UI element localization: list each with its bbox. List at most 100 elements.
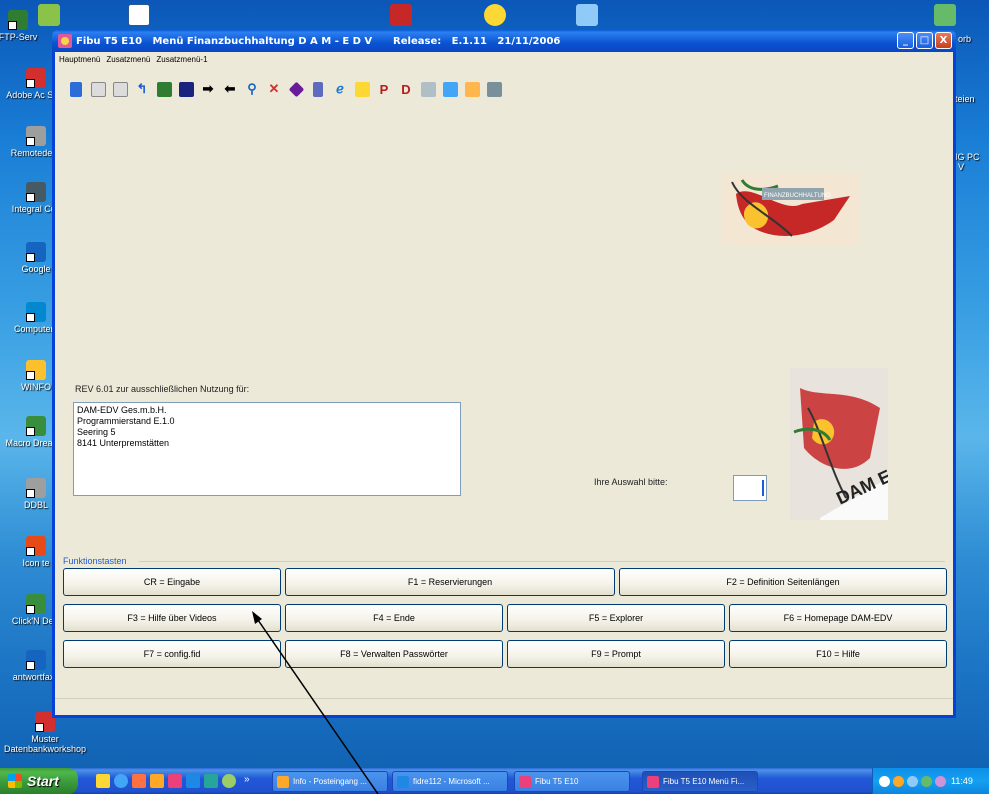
remote-desktop-icon	[26, 126, 46, 146]
arrow-right-icon[interactable]: ➡	[199, 80, 217, 98]
f3-hilfe-videos-button[interactable]: F3 = Hilfe über Videos	[63, 604, 281, 632]
function-keys-label: Funktionstasten	[63, 556, 127, 566]
quicklaunch-icon[interactable]	[96, 774, 110, 788]
desktop-icon[interactable]: Muster Datenbankworkshop	[4, 712, 86, 754]
choice-input[interactable]	[733, 475, 767, 501]
quicklaunch-icon[interactable]	[204, 774, 218, 788]
window-title: Fibu T5 E10 Menü Finanzbuchhaltung D A M…	[76, 35, 561, 47]
f9-prompt-button[interactable]: F9 = Prompt	[507, 640, 725, 668]
f10-hilfe-button[interactable]: F10 = Hilfe	[729, 640, 947, 668]
save-icon[interactable]	[177, 80, 195, 98]
desktop-icon-label: DDBL	[23, 500, 48, 510]
windows-flag-icon	[8, 774, 22, 788]
task-label: Fibu T5 E10	[535, 777, 579, 786]
f2-definition-button[interactable]: F2 = Definition Seitenlängen	[619, 568, 947, 596]
notepad-icon[interactable]	[309, 80, 327, 98]
tray-icon[interactable]	[921, 775, 932, 787]
clock: 11:49	[951, 776, 973, 786]
tray-icon[interactable]	[907, 775, 918, 787]
logo-text: FINANZBUCHHALTUNG	[764, 193, 831, 199]
address-line: Seering 5	[77, 427, 116, 437]
open-icon[interactable]	[67, 80, 85, 98]
d-icon[interactable]: D	[397, 80, 415, 98]
icon-tool-icon	[26, 536, 46, 556]
quicklaunch-fibu-icon[interactable]	[168, 774, 182, 788]
f1-reservierungen-button[interactable]: F1 = Reservierungen	[285, 568, 615, 596]
network-icon[interactable]	[485, 80, 503, 98]
taskbar-item-outlook[interactable]: Info - Posteingang ...	[272, 771, 388, 792]
f1-key-icon[interactable]	[89, 80, 107, 98]
quicklaunch-ie-icon[interactable]	[114, 774, 128, 788]
taskbar-item-fibu[interactable]: Fibu T5 E10	[514, 771, 630, 792]
window-titlebar[interactable]: Fibu T5 E10 Menü Finanzbuchhaltung D A M…	[52, 30, 956, 52]
desktop-icon-label: WINFO	[21, 382, 51, 392]
word-doc-icon	[26, 650, 46, 670]
cr-eingabe-button[interactable]: CR = Eingabe	[63, 568, 281, 596]
desktop-top-icon-word-doc[interactable]	[128, 4, 150, 26]
f5-explorer-button[interactable]: F5 = Explorer	[507, 604, 725, 632]
clickndesign-icon	[26, 594, 46, 614]
desktop-icon-label: Muster Datenbankworkshop	[4, 734, 87, 754]
quicklaunch-more-icon[interactable]: »	[244, 774, 258, 788]
google-icon	[26, 242, 46, 262]
tag-icon[interactable]	[419, 80, 437, 98]
recycle-bin-icon[interactable]	[934, 4, 956, 26]
task-label: fidre112 - Microsoft ...	[413, 777, 490, 786]
taskbar-item-word[interactable]: fidre112 - Microsoft ...	[392, 771, 508, 792]
p-icon[interactable]: P	[375, 80, 393, 98]
minimize-button[interactable]: _	[897, 32, 914, 49]
desktop-icon-label: FTP-Serv	[0, 32, 38, 42]
task-label: Info - Posteingang ...	[293, 777, 367, 786]
address-textarea[interactable]: DAM-EDV Ges.m.b.H. Programmierstand E.1.…	[73, 402, 461, 496]
f8-passwoerter-button[interactable]: F8 = Verwalten Passwörter	[285, 640, 503, 668]
quicklaunch-word-icon[interactable]	[186, 774, 200, 788]
maximize-button[interactable]: □	[916, 32, 933, 49]
menu-zusatzmenu-1[interactable]: Zusatzmenü-1	[156, 55, 207, 64]
search-icon[interactable]: ⚲	[243, 80, 261, 98]
address-line: Programmierstand E.1.0	[77, 416, 175, 426]
f2-key-icon[interactable]	[111, 80, 129, 98]
close-button[interactable]: X	[935, 32, 952, 49]
tray-icon[interactable]	[935, 775, 946, 787]
desktop-right-label: teien	[955, 94, 975, 104]
desktop-icon-label: Icon te	[22, 558, 50, 568]
dam-edv-logo: DAM EDV	[790, 368, 888, 520]
desktop-top-icon-radiation[interactable]	[484, 4, 506, 26]
system-tray: 11:49	[872, 768, 989, 794]
taskbar-item-fibu-menu[interactable]: Fibu T5 E10 Menü Fi...	[642, 771, 758, 792]
f6-homepage-button[interactable]: F6 = Homepage DAM-EDV	[729, 604, 947, 632]
exit-door-icon[interactable]	[155, 80, 173, 98]
f4-ende-button[interactable]: F4 = Ende	[285, 604, 503, 632]
integral-icon	[26, 182, 46, 202]
tray-icon[interactable]	[893, 775, 904, 787]
return-arrow-icon[interactable]: ↰	[133, 80, 151, 98]
internet-explorer-icon[interactable]: ℯ	[331, 80, 349, 98]
arrow-left-icon[interactable]: ⬅	[221, 80, 239, 98]
menu-zusatzmenu[interactable]: Zusatzmenü	[106, 55, 150, 64]
start-button[interactable]: Start	[0, 768, 78, 794]
book-icon[interactable]	[287, 80, 305, 98]
desktop-top-icon-network[interactable]	[576, 4, 598, 26]
menu-bar: Hauptmenü Zusatzmenü Zusatzmenü-1	[55, 52, 953, 66]
desktop-icon[interactable]: FTP-Serv	[0, 10, 50, 42]
folder-tools-icon[interactable]	[463, 80, 481, 98]
tray-icon[interactable]	[879, 775, 890, 787]
toolbar: ↰ ➡ ⬅ ⚲ ✕ ℯ P D	[67, 80, 503, 98]
fibu-icon	[647, 775, 659, 788]
function-keys-divider	[139, 561, 945, 562]
folder-icon[interactable]	[353, 80, 371, 98]
quicklaunch-icon[interactable]	[132, 774, 146, 788]
desktop-top-icon-lock[interactable]	[390, 4, 412, 26]
delete-icon[interactable]: ✕	[265, 80, 283, 98]
f7-config-button[interactable]: F7 = config.fid	[63, 640, 281, 668]
fibu-window: Fibu T5 E10 Menü Finanzbuchhaltung D A M…	[52, 30, 956, 718]
adobe-icon	[26, 68, 46, 88]
ftp-icon	[8, 10, 28, 30]
document-blue-icon[interactable]	[441, 80, 459, 98]
quicklaunch-icon[interactable]	[222, 774, 236, 788]
desktop-icon-label: Google	[21, 264, 51, 274]
quicklaunch-outlook-icon[interactable]	[150, 774, 164, 788]
desktop-right-label: V	[958, 162, 965, 172]
menu-hauptmenu[interactable]: Hauptmenü	[59, 55, 100, 64]
desktop-right-label: orb	[958, 34, 972, 44]
